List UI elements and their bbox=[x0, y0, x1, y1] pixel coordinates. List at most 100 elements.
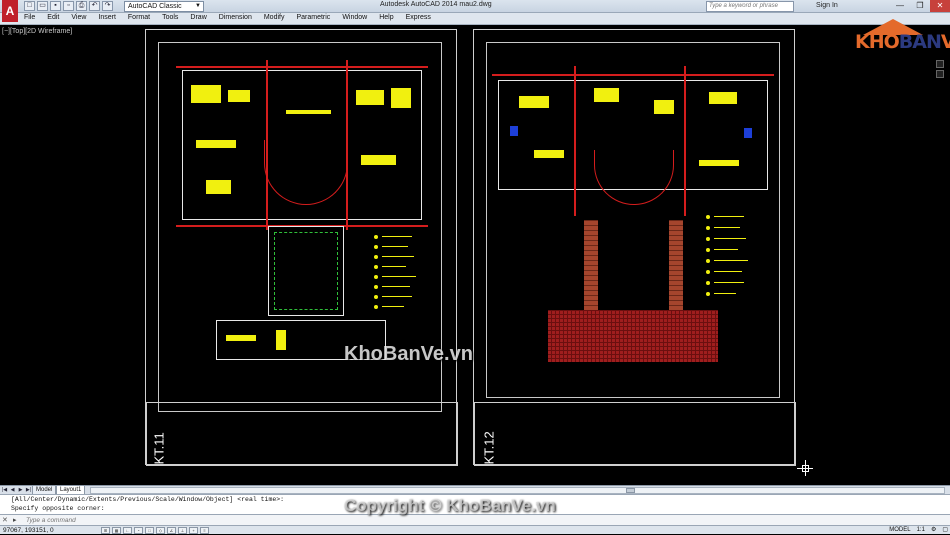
chevron-down-icon: ▼ bbox=[195, 3, 201, 9]
save-as-icon[interactable]: ▫ bbox=[63, 1, 74, 11]
legend-row bbox=[706, 292, 746, 296]
furniture-block bbox=[206, 180, 231, 194]
prev-tab-icon[interactable]: ◀ bbox=[9, 486, 16, 494]
furniture-block bbox=[699, 160, 739, 166]
furniture-block bbox=[228, 90, 250, 102]
red-axis-line bbox=[684, 66, 686, 216]
menu-window[interactable]: Window bbox=[342, 14, 367, 21]
ucs-toggle[interactable]: ⊥ bbox=[178, 527, 187, 534]
menu-draw[interactable]: Draw bbox=[190, 14, 206, 21]
command-input[interactable] bbox=[26, 516, 926, 525]
osnap-toggle[interactable]: □ bbox=[145, 527, 154, 534]
menu-modify[interactable]: Modify bbox=[264, 14, 285, 21]
viewport-controls-label[interactable]: [−][Top][2D Wireframe] bbox=[2, 28, 72, 35]
legend-row bbox=[374, 285, 414, 289]
dyn-toggle[interactable]: + bbox=[189, 527, 198, 534]
furniture-block bbox=[654, 100, 674, 114]
cursor-pickbox bbox=[802, 465, 809, 472]
red-axis-line bbox=[176, 66, 428, 68]
legend-row bbox=[706, 281, 746, 285]
brand-logo: KHOBANVẼ bbox=[843, 19, 950, 71]
polar-toggle[interactable]: ◔ bbox=[134, 527, 143, 534]
tab-navigation: |◀ ◀ ▶ ▶| bbox=[1, 486, 32, 494]
scrollbar-thumb[interactable] bbox=[626, 488, 635, 493]
furniture-block bbox=[534, 150, 564, 158]
sheet-number-right: KT.12 bbox=[481, 431, 497, 465]
sheet-number-left: KT.11 bbox=[151, 432, 167, 465]
title-block-left bbox=[146, 402, 458, 466]
menu-dimension[interactable]: Dimension bbox=[219, 14, 252, 21]
legend-row bbox=[374, 275, 416, 279]
lwt-toggle[interactable]: ≡ bbox=[200, 527, 209, 534]
title-block-right bbox=[474, 402, 796, 466]
sheet-left: KT.11 bbox=[145, 29, 458, 466]
redo-icon[interactable]: ↷ bbox=[102, 1, 113, 11]
furniture-blue bbox=[510, 126, 518, 136]
undo-icon[interactable]: ↶ bbox=[89, 1, 100, 11]
new-icon[interactable]: □ bbox=[24, 1, 35, 11]
legend-row bbox=[374, 265, 414, 269]
sign-in-button[interactable]: Sign In bbox=[816, 2, 838, 9]
otrack-toggle[interactable]: ∠ bbox=[167, 527, 176, 534]
zoom-icon[interactable] bbox=[936, 70, 944, 78]
3dosnap-toggle[interactable]: ◇ bbox=[156, 527, 165, 534]
menu-express[interactable]: Express bbox=[406, 14, 431, 21]
furniture-block bbox=[391, 88, 411, 108]
quick-access-toolbar: □ ▭ ▪ ▫ ⎙ ↶ ↷ bbox=[24, 1, 113, 11]
sheet-right: KT.12 bbox=[473, 29, 796, 466]
maximize-icon[interactable]: ❐ bbox=[910, 0, 930, 12]
furniture-block bbox=[286, 110, 331, 114]
legend-row bbox=[374, 255, 414, 259]
grid-toggle[interactable]: ▦ bbox=[112, 527, 121, 534]
menu-view[interactable]: View bbox=[71, 14, 86, 21]
close-icon[interactable]: ✕ bbox=[930, 0, 950, 12]
logo-text: KHOBANVẼ bbox=[855, 31, 950, 53]
next-tab-icon[interactable]: ▶ bbox=[17, 486, 24, 494]
command-prompt-icon[interactable]: ▸ bbox=[13, 516, 17, 524]
legend-row bbox=[706, 270, 746, 274]
first-tab-icon[interactable]: |◀ bbox=[1, 486, 8, 494]
menu-help[interactable]: Help bbox=[379, 14, 393, 21]
furniture-block bbox=[191, 85, 221, 103]
window-title: Autodesk AutoCAD 2014 mau2.dwg bbox=[380, 1, 492, 8]
last-tab-icon[interactable]: ▶| bbox=[25, 486, 32, 494]
red-axis-line bbox=[574, 66, 576, 216]
brick-wall-left bbox=[584, 220, 598, 310]
drafting-toggles: ⊞ ▦ ∟ ◔ □ ◇ ∠ ⊥ + ≡ bbox=[101, 527, 209, 534]
legend-row bbox=[706, 248, 746, 252]
menu-format[interactable]: Format bbox=[128, 14, 150, 21]
furniture-block bbox=[356, 90, 384, 105]
snap-toggle[interactable]: ⊞ bbox=[101, 527, 110, 534]
furniture-blue bbox=[744, 128, 752, 138]
courtyard-hatch bbox=[274, 232, 338, 310]
legend-row bbox=[374, 305, 414, 309]
menu-bar: File Edit View Insert Format Tools Draw … bbox=[0, 13, 950, 25]
legend-row bbox=[374, 235, 414, 239]
minimize-icon[interactable]: — bbox=[890, 0, 910, 12]
menu-edit[interactable]: Edit bbox=[47, 14, 59, 21]
legend-row bbox=[374, 245, 414, 249]
legend-row bbox=[706, 259, 748, 263]
horizontal-scrollbar[interactable] bbox=[90, 487, 945, 494]
furniture-block bbox=[226, 335, 256, 341]
workspace-dropdown[interactable]: AutoCAD Classic ▼ bbox=[124, 1, 204, 12]
title-bar: □ ▭ ▪ ▫ ⎙ ↶ ↷ AutoCAD Classic ▼ Autodesk… bbox=[0, 0, 950, 13]
furniture-block bbox=[709, 92, 737, 104]
menu-file[interactable]: File bbox=[24, 14, 35, 21]
watermark-center: KhoBanVe.vn bbox=[344, 343, 473, 365]
menu-tools[interactable]: Tools bbox=[162, 14, 178, 21]
open-icon[interactable]: ▭ bbox=[37, 1, 48, 11]
menu-insert[interactable]: Insert bbox=[98, 14, 116, 21]
save-icon[interactable]: ▪ bbox=[50, 1, 61, 11]
plot-icon[interactable]: ⎙ bbox=[76, 1, 87, 11]
help-search-input[interactable]: Type a keyword or phrase bbox=[706, 1, 794, 12]
furniture-block bbox=[594, 88, 619, 102]
drawing-viewport[interactable]: [−][Top][2D Wireframe] KT.11 KT.12 KhoBa… bbox=[0, 25, 950, 485]
ortho-toggle[interactable]: ∟ bbox=[123, 527, 132, 534]
legend-row bbox=[706, 237, 746, 241]
application-menu-button[interactable]: A bbox=[2, 0, 18, 22]
menu-parametric[interactable]: Parametric bbox=[296, 14, 330, 21]
legend-row bbox=[706, 226, 746, 230]
furniture-block bbox=[276, 330, 286, 350]
close-icon[interactable]: ✕ bbox=[2, 516, 8, 524]
